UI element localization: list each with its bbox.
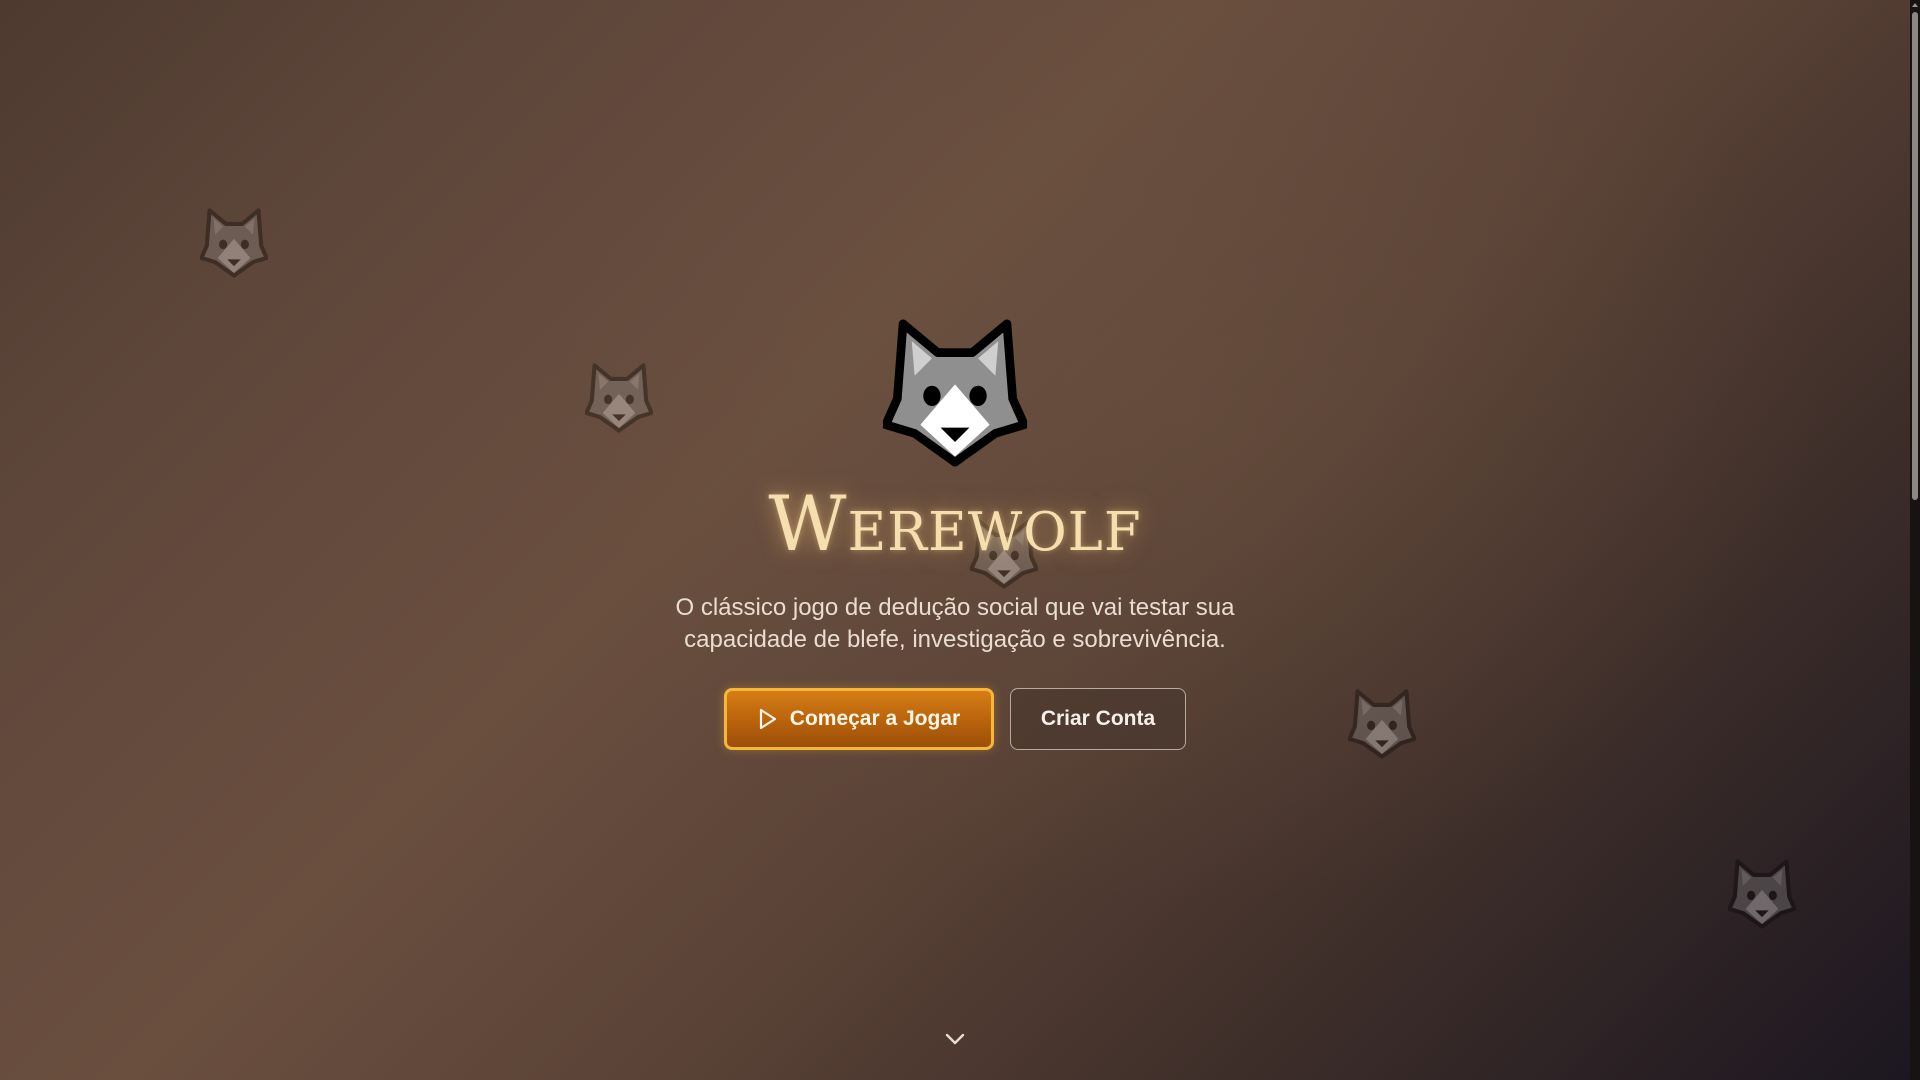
hero-actions: Começar a Jogar Criar Conta	[724, 688, 1186, 750]
scrollbar-thumb[interactable]	[1912, 12, 1918, 500]
page-title: Werewolf	[768, 479, 1142, 568]
play-icon	[759, 708, 776, 730]
scroll-up-arrow-icon[interactable]	[1910, 0, 1920, 10]
landing-page: Werewolf O clássico jogo de dedução soci…	[0, 0, 1910, 1080]
scrollbar[interactable]	[1910, 0, 1920, 1080]
background-wolf-icon	[200, 207, 268, 279]
create-account-button[interactable]: Criar Conta	[1010, 688, 1186, 750]
start-playing-button[interactable]: Começar a Jogar	[724, 688, 994, 750]
wolf-face-icon	[882, 318, 1028, 468]
start-playing-label: Começar a Jogar	[789, 707, 961, 730]
background-wolf-icon	[1728, 858, 1796, 930]
hero-section: Werewolf O clássico jogo de dedução soci…	[0, 318, 1910, 750]
hero-subtitle: O clássico jogo de dedução social que va…	[675, 594, 1235, 653]
chevron-down-icon[interactable]	[945, 1032, 965, 1046]
